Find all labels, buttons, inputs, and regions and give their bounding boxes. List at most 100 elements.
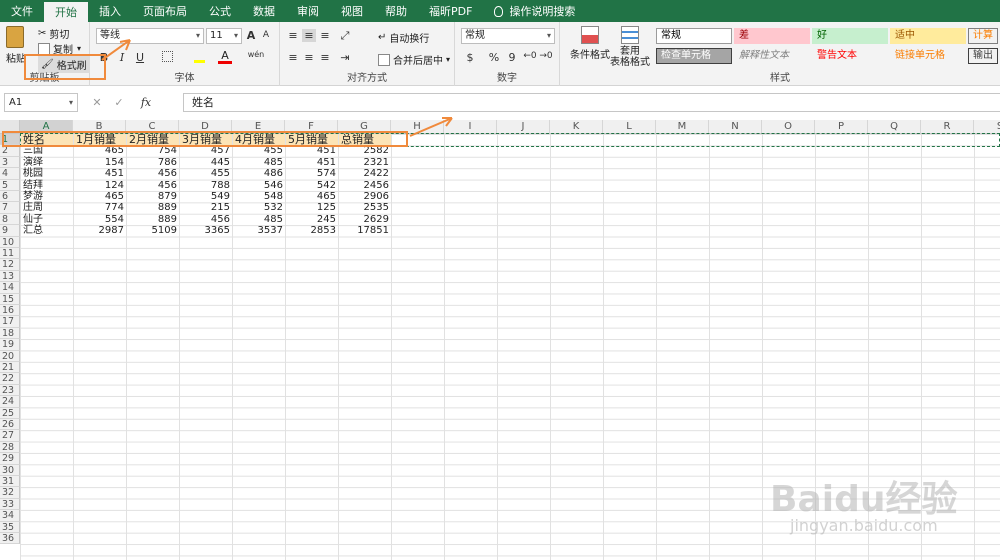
name-box[interactable]: A1 ▾ (4, 93, 78, 112)
row-header-6[interactable]: 6 (0, 191, 20, 203)
wrap-text-button[interactable]: ↵ 自动换行 (378, 30, 429, 45)
data-cell[interactable]: 532 (233, 202, 285, 213)
row-header-36[interactable]: 36 (0, 533, 20, 545)
align-center-icon[interactable]: ≡ (302, 51, 316, 64)
decrease-decimal-icon[interactable]: →0 (539, 51, 553, 61)
row-header-12[interactable]: 12 (0, 259, 20, 271)
column-header-j[interactable]: J (497, 120, 550, 134)
data-cell[interactable]: 754 (127, 145, 179, 156)
phonetic-button[interactable]: wén (246, 50, 266, 59)
row-header-35[interactable]: 35 (0, 521, 20, 533)
tab-home[interactable]: 开始 (44, 2, 88, 22)
row-header-31[interactable]: 31 (0, 476, 20, 488)
tab-data[interactable]: 数据 (242, 0, 286, 22)
currency-icon[interactable]: $ (463, 51, 477, 64)
data-cell[interactable]: 451 (286, 157, 338, 168)
font-size-select[interactable]: 11 ▾ (206, 28, 242, 44)
row-header-20[interactable]: 20 (0, 350, 20, 362)
data-cell[interactable]: 574 (286, 168, 338, 179)
style-bad[interactable]: 差 (734, 28, 810, 44)
row-header-2[interactable]: 2 (0, 145, 20, 157)
data-cell[interactable]: 2321 (339, 157, 391, 168)
data-cell[interactable]: 125 (286, 202, 338, 213)
column-header-n[interactable]: N (709, 120, 762, 134)
data-cell[interactable]: 17851 (339, 225, 391, 236)
align-left-icon[interactable]: ≡ (286, 51, 300, 64)
data-cell[interactable]: 456 (127, 168, 179, 179)
row-header-29[interactable]: 29 (0, 453, 20, 465)
data-cell[interactable]: 788 (180, 180, 232, 191)
row-header-27[interactable]: 27 (0, 430, 20, 442)
row-header-19[interactable]: 19 (0, 339, 20, 351)
paste-button[interactable]: 粘贴 (6, 26, 26, 65)
data-cell[interactable]: 465 (286, 191, 338, 202)
data-cell[interactable]: 梦游 (21, 191, 73, 202)
cancel-icon[interactable]: ✕ (90, 96, 104, 109)
style-output[interactable]: 输出 (968, 48, 998, 64)
tab-page-layout[interactable]: 页面布局 (132, 0, 198, 22)
style-check-cell[interactable]: 检查单元格 (656, 48, 732, 64)
data-cell[interactable]: 548 (233, 191, 285, 202)
row-header-28[interactable]: 28 (0, 441, 20, 454)
column-header-m[interactable]: M (656, 120, 709, 134)
row-header-7[interactable]: 7 (0, 202, 20, 214)
data-cell[interactable]: 5109 (127, 225, 179, 236)
row-header-14[interactable]: 14 (0, 282, 20, 294)
row-header-18[interactable]: 18 (0, 327, 20, 340)
font-color-button[interactable]: A (218, 50, 232, 64)
column-header-l[interactable]: L (603, 120, 656, 134)
indent-icon[interactable]: ⇥ (338, 51, 352, 64)
data-cell[interactable]: 汇总 (21, 225, 73, 236)
data-cell[interactable]: 2987 (74, 225, 126, 236)
row-header-24[interactable]: 24 (0, 396, 20, 408)
shrink-font-button[interactable]: A (260, 30, 272, 40)
data-cell[interactable]: 245 (286, 214, 338, 225)
data-cell[interactable]: 889 (127, 214, 179, 225)
data-cell[interactable]: 2906 (339, 191, 391, 202)
style-good[interactable]: 好 (812, 28, 888, 44)
number-format-select[interactable]: 常规 ▾ (461, 28, 555, 44)
data-cell[interactable]: 465 (74, 191, 126, 202)
data-cell[interactable]: 2422 (339, 168, 391, 179)
row-header-8[interactable]: 8 (0, 213, 20, 226)
align-middle-icon[interactable]: ≡ (302, 29, 316, 42)
row-header-34[interactable]: 34 (0, 510, 20, 522)
tab-help[interactable]: 帮助 (374, 0, 418, 22)
cut-button[interactable]: ✂ 剪切 (38, 26, 69, 41)
column-header-s[interactable]: S (974, 120, 1000, 134)
data-cell[interactable]: 桃园 (21, 168, 73, 179)
data-cell[interactable]: 456 (180, 214, 232, 225)
formula-input[interactable]: 姓名 (183, 93, 1000, 112)
data-cell[interactable]: 124 (74, 180, 126, 191)
column-header-p[interactable]: P (815, 120, 868, 134)
tab-formulas[interactable]: 公式 (198, 0, 242, 22)
row-header-22[interactable]: 22 (0, 373, 20, 385)
fill-color-icon[interactable] (192, 50, 206, 66)
comma-button[interactable]: 9 (505, 51, 519, 64)
row-header-25[interactable]: 25 (0, 407, 20, 419)
data-cell[interactable]: 774 (74, 202, 126, 213)
format-as-table-button[interactable]: 套用 表格格式 (610, 26, 650, 68)
data-cell[interactable]: 889 (127, 202, 179, 213)
orientation-icon[interactable]: ⤢ (338, 29, 352, 43)
data-cell[interactable]: 演绎 (21, 157, 73, 168)
row-header-26[interactable]: 26 (0, 419, 20, 431)
conditional-format-button[interactable]: 条件格式 (570, 26, 610, 61)
row-header-15[interactable]: 15 (0, 293, 20, 305)
increase-decimal-icon[interactable]: ←0 (523, 51, 537, 61)
data-cell[interactable]: 三国 (21, 145, 73, 156)
data-cell[interactable]: 549 (180, 191, 232, 202)
data-cell[interactable]: 542 (286, 180, 338, 191)
align-right-icon[interactable]: ≡ (318, 51, 332, 64)
data-cell[interactable]: 2456 (339, 180, 391, 191)
column-header-q[interactable]: Q (868, 120, 921, 134)
row-header-4[interactable]: 4 (0, 168, 20, 180)
data-cell[interactable]: 仙子 (21, 214, 73, 225)
data-cell[interactable]: 554 (74, 214, 126, 225)
data-cell[interactable]: 2853 (286, 225, 338, 236)
style-warning[interactable]: 警告文本 (812, 48, 888, 64)
row-header-32[interactable]: 32 (0, 487, 20, 499)
row-header-9[interactable]: 9 (0, 225, 20, 237)
row-header-21[interactable]: 21 (0, 362, 20, 374)
align-bottom-icon[interactable]: ≡ (318, 29, 332, 42)
